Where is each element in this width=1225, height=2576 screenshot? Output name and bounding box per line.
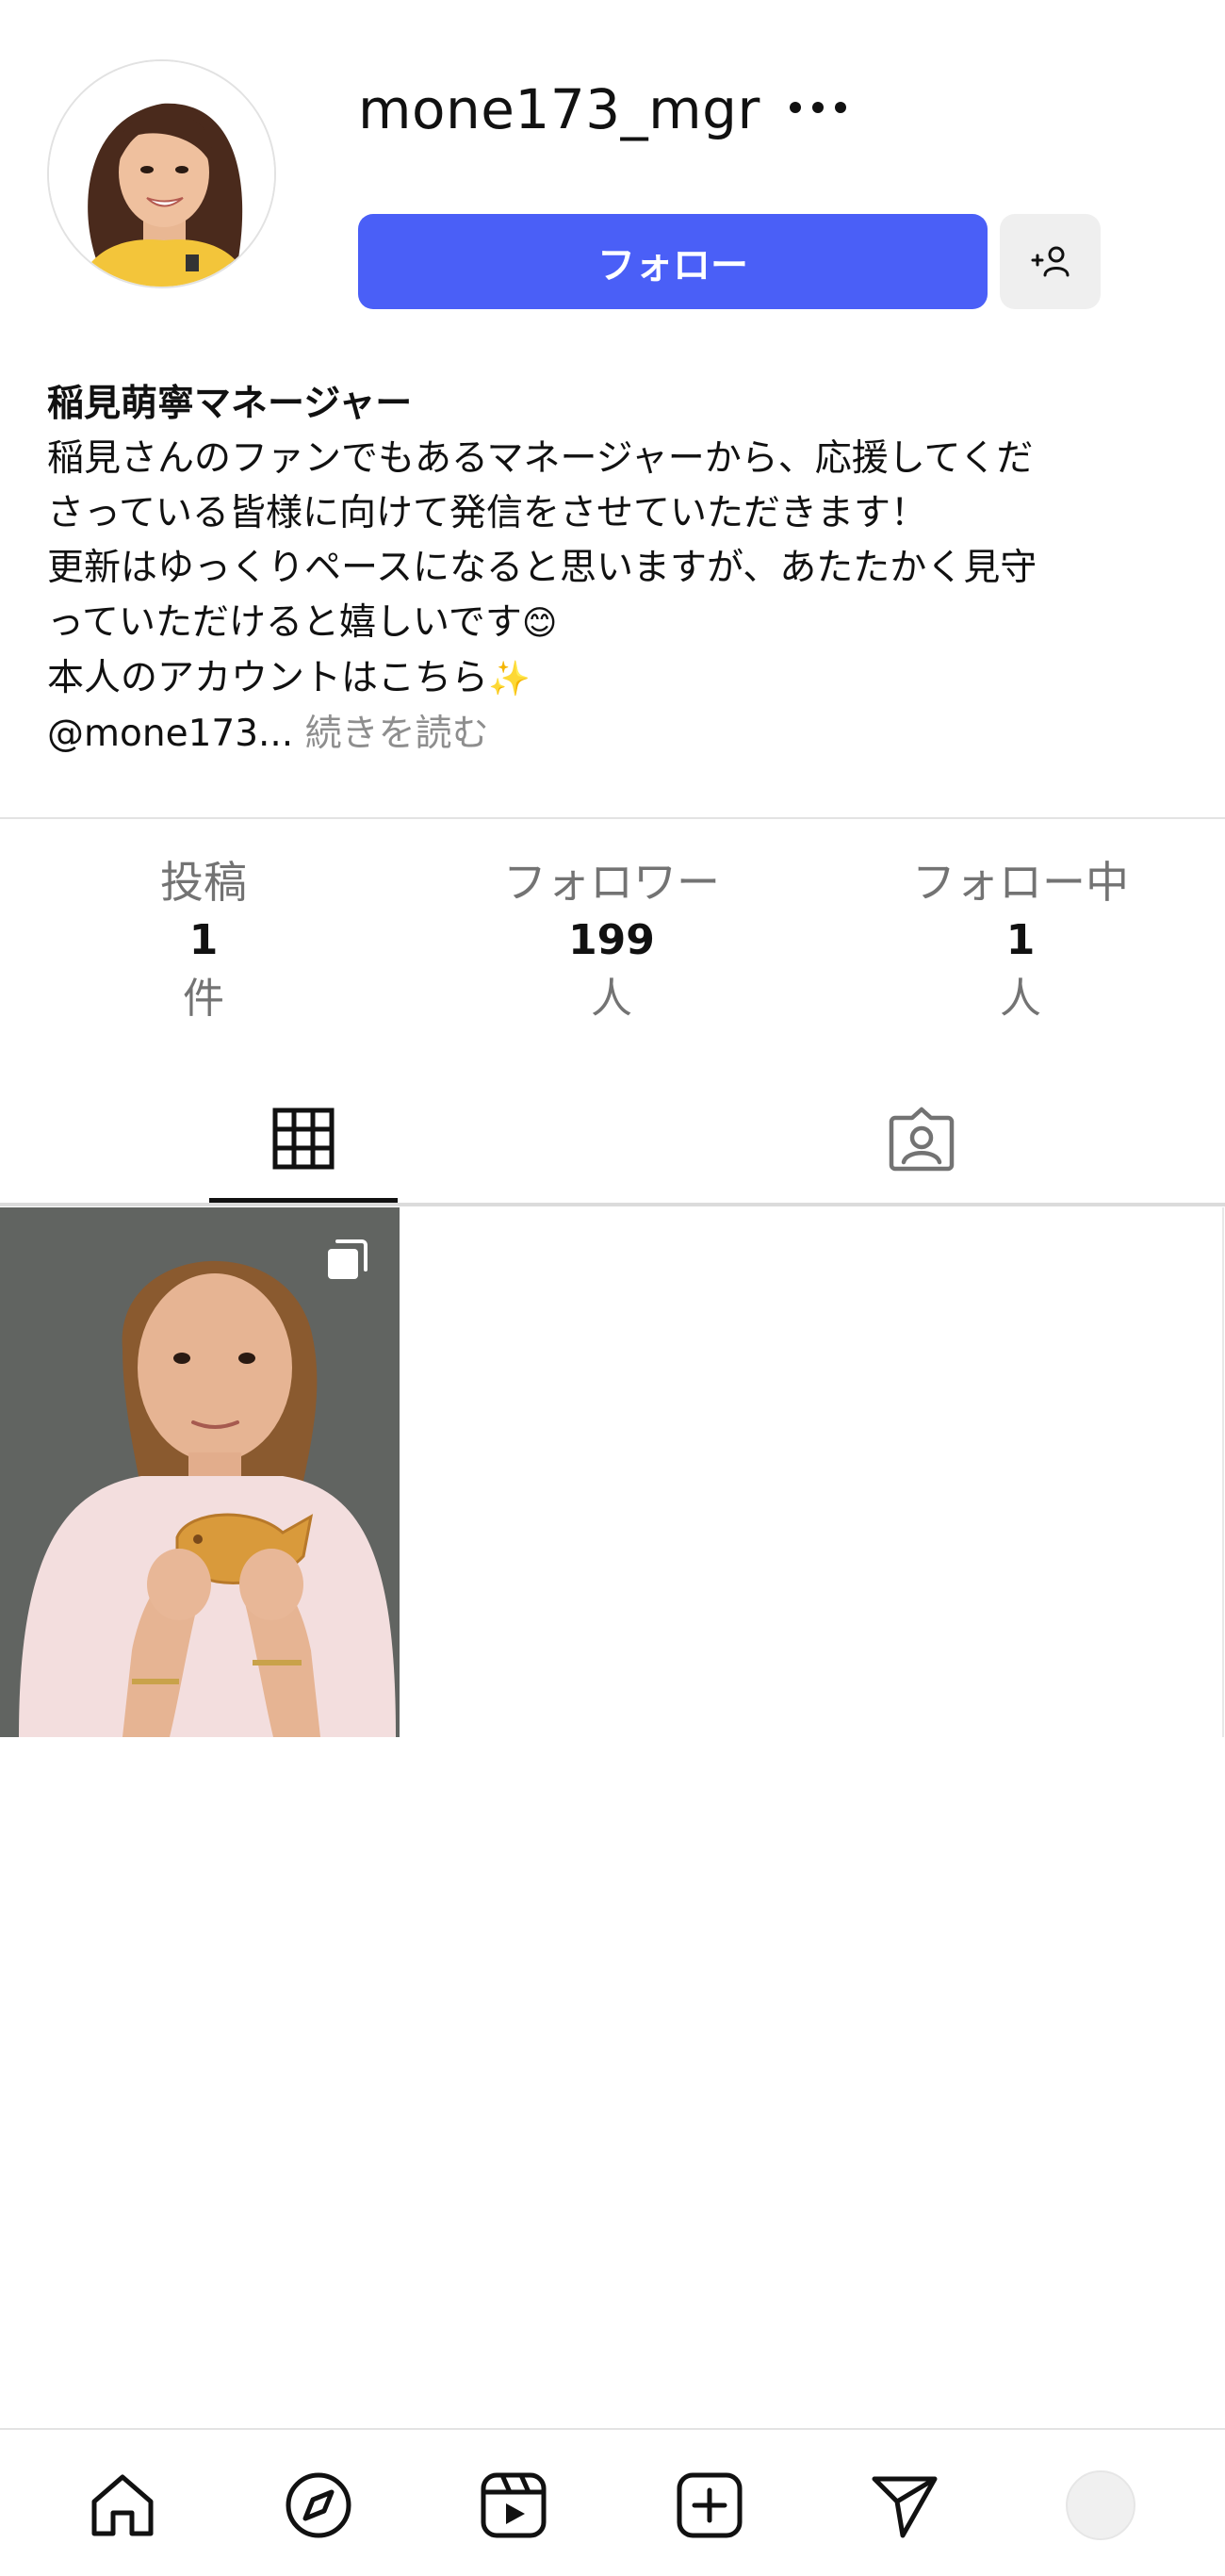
stat-unit: 人 bbox=[591, 975, 632, 1023]
tagged-icon bbox=[889, 1107, 955, 1171]
stat-label: フォロワー bbox=[503, 857, 720, 908]
nav-create[interactable] bbox=[662, 2458, 757, 2552]
stat-following[interactable]: フォロー中 1 人 bbox=[841, 853, 1200, 1028]
stat-value: 1 bbox=[188, 916, 219, 964]
bio-line-text: っていただけると嬉しいです bbox=[47, 601, 522, 644]
stat-posts[interactable]: 投稿 1 件 bbox=[24, 853, 383, 1028]
stats-divider bbox=[0, 817, 1225, 819]
tab-posts-grid[interactable] bbox=[209, 1075, 398, 1202]
bio-line: 更新はゆっくりペースになると思いますが、あたたかく見守 bbox=[47, 547, 1037, 589]
nav-explore[interactable] bbox=[271, 2458, 366, 2552]
suggested-users-button[interactable] bbox=[1000, 214, 1101, 309]
bio-line-text: 本人のアカウントはこちら bbox=[47, 657, 489, 699]
post-thumbnail[interactable] bbox=[0, 1207, 400, 1737]
bio-line: 稲見さんのファンでもあるマネージャーから、応援してくだ bbox=[47, 437, 1034, 480]
smile-emoji-icon: 😊 bbox=[521, 604, 558, 643]
explore-icon bbox=[286, 2472, 351, 2538]
read-more-link[interactable]: 続きを読む bbox=[305, 713, 489, 755]
nav-profile[interactable] bbox=[1054, 2458, 1148, 2552]
post-grid-empty-area bbox=[400, 1207, 1224, 1737]
profile-bio: 稲見萌寧マネージャー 稲見さんのファンでもあるマネージャーから、応援してくだ さ… bbox=[47, 377, 1187, 762]
profile-username: mone173_mgr bbox=[358, 77, 760, 141]
bio-line-with-emoji: っていただけると嬉しいです😊 bbox=[47, 596, 1187, 651]
stat-label: 投稿 bbox=[160, 857, 247, 908]
follow-button[interactable]: フォロー bbox=[358, 214, 988, 309]
stat-unit: 人 bbox=[1000, 975, 1041, 1023]
profile-avatar[interactable] bbox=[47, 59, 276, 288]
nav-reels[interactable] bbox=[466, 2458, 561, 2552]
stat-unit: 件 bbox=[183, 975, 224, 1023]
multiple-images-icon bbox=[326, 1238, 369, 1285]
stat-label: フォロー中 bbox=[912, 857, 1129, 908]
bio-line: さっている皆様に向けて発信をさせていただきます！ bbox=[47, 492, 928, 534]
tabs-divider bbox=[0, 1203, 1225, 1206]
tab-tagged[interactable] bbox=[827, 1075, 1016, 1202]
sparkles-emoji-icon: ✨ bbox=[488, 660, 531, 698]
reels-icon bbox=[481, 2472, 547, 2538]
stat-followers[interactable]: フォロワー 199 人 bbox=[433, 853, 791, 1028]
bio-more-row: @mone173... 続きを読む bbox=[47, 707, 1187, 762]
stat-value: 199 bbox=[568, 916, 655, 964]
profile-tabs bbox=[0, 1075, 1225, 1206]
avatar-photo bbox=[49, 61, 274, 287]
create-icon bbox=[677, 2472, 743, 2538]
stat-value: 1 bbox=[1005, 916, 1036, 964]
nav-direct[interactable] bbox=[858, 2458, 952, 2552]
grid-icon bbox=[272, 1108, 335, 1169]
more-dot-icon bbox=[790, 102, 801, 113]
post-photo bbox=[0, 1207, 400, 1737]
bio-line-with-emoji: 本人のアカウントはこちら✨ bbox=[47, 651, 1187, 707]
bio-mention-link[interactable]: @mone173... bbox=[47, 713, 293, 755]
profile-stats: 投稿 1 件 フォロワー 199 人 フォロー中 1 人 bbox=[0, 853, 1225, 1032]
direct-icon bbox=[872, 2476, 938, 2538]
bottom-navigation bbox=[0, 2430, 1225, 2576]
more-options-button[interactable] bbox=[780, 87, 856, 128]
bio-display-name: 稲見萌寧マネージャー bbox=[47, 383, 413, 425]
more-dot-icon bbox=[812, 102, 824, 113]
more-dot-icon bbox=[835, 102, 846, 113]
nav-home[interactable] bbox=[75, 2458, 170, 2552]
home-icon bbox=[91, 2474, 154, 2536]
add-user-icon bbox=[1031, 246, 1069, 276]
profile-avatar-icon bbox=[1066, 2470, 1135, 2540]
